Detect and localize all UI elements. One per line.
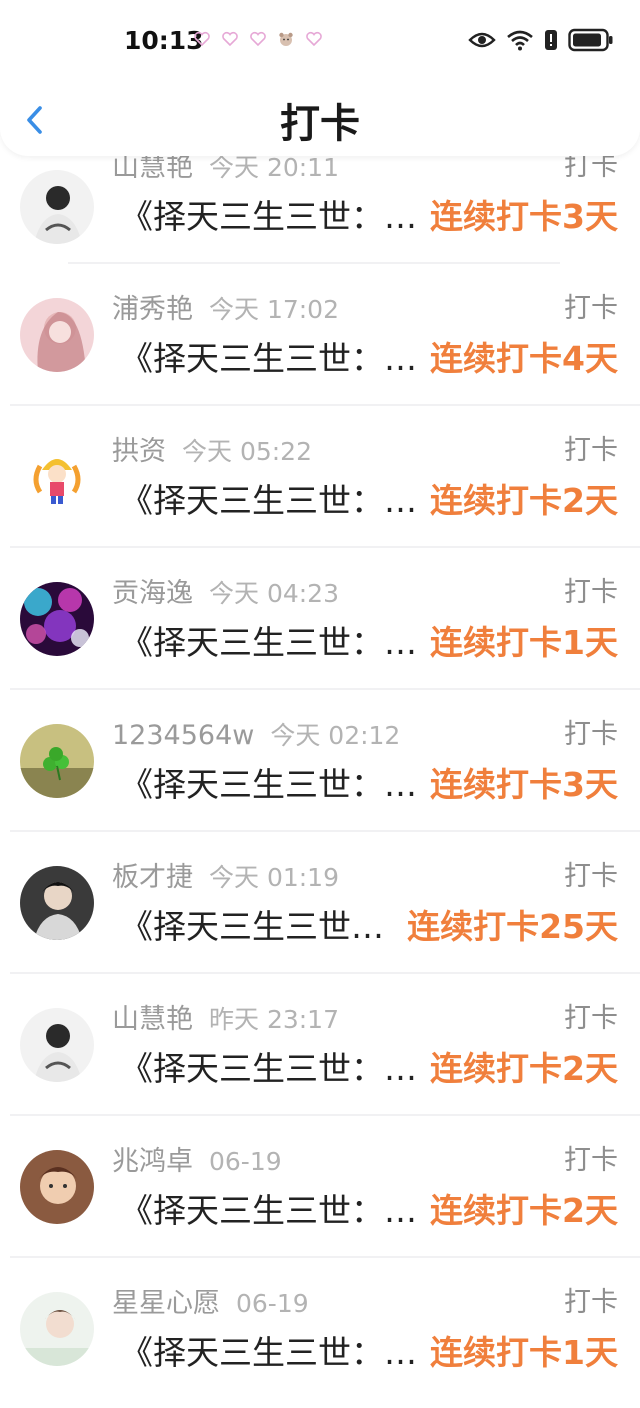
heart-icon xyxy=(249,30,267,48)
checkin-time: 今天 20:11 xyxy=(209,153,339,182)
user-name: 浦秀艳 今天 17:02 xyxy=(112,294,339,325)
checkin-time: 今天 02:12 xyxy=(270,721,401,750)
list-item[interactable]: 贡海逸今天 04:23 打卡 《择天三生三世：凤凰》 连续打卡1天 xyxy=(0,548,640,690)
user-name: 兆鸿卓 06-19 xyxy=(112,1146,282,1177)
checkin-time: 06-19 xyxy=(209,1147,282,1176)
streak-label: 连续打卡1天 xyxy=(430,1333,618,1372)
checkin-tag: 打卡 xyxy=(564,435,618,466)
avatar[interactable] xyxy=(20,298,94,372)
list-item[interactable]: 兆鸿卓06-19 打卡 《择天三生三世：凤凰》 连续打卡2天 xyxy=(0,1116,640,1258)
streak-label: 连续打卡2天 xyxy=(430,1191,618,1230)
status-icons xyxy=(468,28,614,56)
streak-label: 连续打卡2天 xyxy=(430,481,618,520)
avatar[interactable] xyxy=(20,1008,94,1082)
streak-label: 连续打卡25天 xyxy=(407,907,618,946)
checkin-time: 今天 05:22 xyxy=(182,437,312,466)
streak-label: 连续打卡1天 xyxy=(430,623,618,662)
avatar[interactable] xyxy=(20,582,94,656)
list-item[interactable]: 星星心愿06-19 打卡 《择天三生三世：凤凰》 连续打卡1天 xyxy=(0,1258,640,1400)
list-item[interactable]: 浦秀艳今天 17:02 打卡 《择天三生三世：凤凰》 连续打卡4天 xyxy=(0,264,640,406)
wifi-icon xyxy=(506,29,534,55)
user-name: 板才捷 今天 01:19 xyxy=(112,862,339,893)
list-item[interactable]: 山慧艳昨天 23:17 打卡 《择天三生三世：凤凰》 连续打卡2天 xyxy=(0,974,640,1116)
book-title[interactable]: 《择天三生三世：凤凰》 xyxy=(120,196,420,238)
avatar[interactable] xyxy=(20,1150,94,1224)
list-item[interactable]: 拱资今天 05:22 打卡 《择天三生三世：凤凰》 连续打卡2天 xyxy=(0,406,640,548)
page-title: 打卡 xyxy=(280,101,360,147)
notification-icons xyxy=(193,30,323,48)
checkin-tag: 打卡 xyxy=(564,1287,618,1318)
book-title[interactable]: 《择天三生三世：凤凰》 xyxy=(120,764,420,806)
battery-icon xyxy=(568,28,614,56)
checkin-list[interactable]: 山慧艳今天 20:11 打卡 《择天三生三世：凤凰》 连续打卡3天 浦秀艳今天 … xyxy=(0,0,640,1408)
bear-icon xyxy=(277,30,295,48)
alert-icon xyxy=(544,29,558,55)
book-title[interactable]: 《择天三生三世：凤凰》 xyxy=(120,338,420,380)
status-time: 10:13 xyxy=(124,26,204,55)
checkin-time: 今天 01:19 xyxy=(209,863,339,892)
checkin-time: 今天 17:02 xyxy=(209,295,339,324)
checkin-tag: 打卡 xyxy=(564,577,618,608)
user-name: 贡海逸 今天 04:23 xyxy=(112,578,339,609)
avatar[interactable] xyxy=(20,170,94,244)
checkin-tag: 打卡 xyxy=(564,293,618,324)
book-title[interactable]: 《择天三生三世：凤凰》 xyxy=(120,1332,420,1374)
user-name: 山慧艳 昨天 23:17 xyxy=(112,1004,339,1035)
book-title[interactable]: 《择天三生三世：凤凰》 xyxy=(120,1048,420,1090)
checkin-tag: 打卡 xyxy=(564,861,618,892)
avatar[interactable] xyxy=(20,724,94,798)
eye-icon xyxy=(468,30,496,54)
streak-label: 连续打卡4天 xyxy=(430,339,618,378)
user-name: 1234564w 今天 02:12 xyxy=(112,720,401,751)
checkin-tag: 打卡 xyxy=(564,719,618,750)
checkin-tag: 打卡 xyxy=(564,1145,618,1176)
book-title[interactable]: 《择天三生三世：凤凰》 xyxy=(120,1190,420,1232)
checkin-tag: 打卡 xyxy=(564,1003,618,1034)
list-item[interactable]: 板才捷今天 01:19 打卡 《择天三生三世：凤凰》 连续打卡25天 xyxy=(0,832,640,974)
streak-label: 连续打卡3天 xyxy=(430,765,618,804)
book-title[interactable]: 《择天三生三世：凤凰》 xyxy=(120,906,402,948)
user-name: 星星心愿 06-19 xyxy=(112,1288,309,1319)
list-item[interactable]: 1234564w今天 02:12 打卡 《择天三生三世：凤凰》 连续打卡3天 xyxy=(0,690,640,832)
streak-label: 连续打卡2天 xyxy=(430,1049,618,1088)
heart-icon xyxy=(305,30,323,48)
avatar[interactable] xyxy=(20,866,94,940)
checkin-time: 06-19 xyxy=(236,1289,309,1318)
heart-icon xyxy=(221,30,239,48)
top-bar: 10:13 打卡 xyxy=(0,0,640,156)
checkin-time: 今天 04:23 xyxy=(209,579,339,608)
checkin-time: 昨天 23:17 xyxy=(209,1005,339,1034)
user-name: 山慧艳 今天 20:11 xyxy=(112,152,339,183)
book-title[interactable]: 《择天三生三世：凤凰》 xyxy=(120,622,420,664)
avatar[interactable] xyxy=(20,1292,94,1366)
book-title[interactable]: 《择天三生三世：凤凰》 xyxy=(120,480,420,522)
heart-icon xyxy=(193,30,211,48)
user-name: 拱资 今天 05:22 xyxy=(112,436,312,467)
avatar[interactable] xyxy=(20,440,94,514)
streak-label: 连续打卡3天 xyxy=(430,197,618,236)
